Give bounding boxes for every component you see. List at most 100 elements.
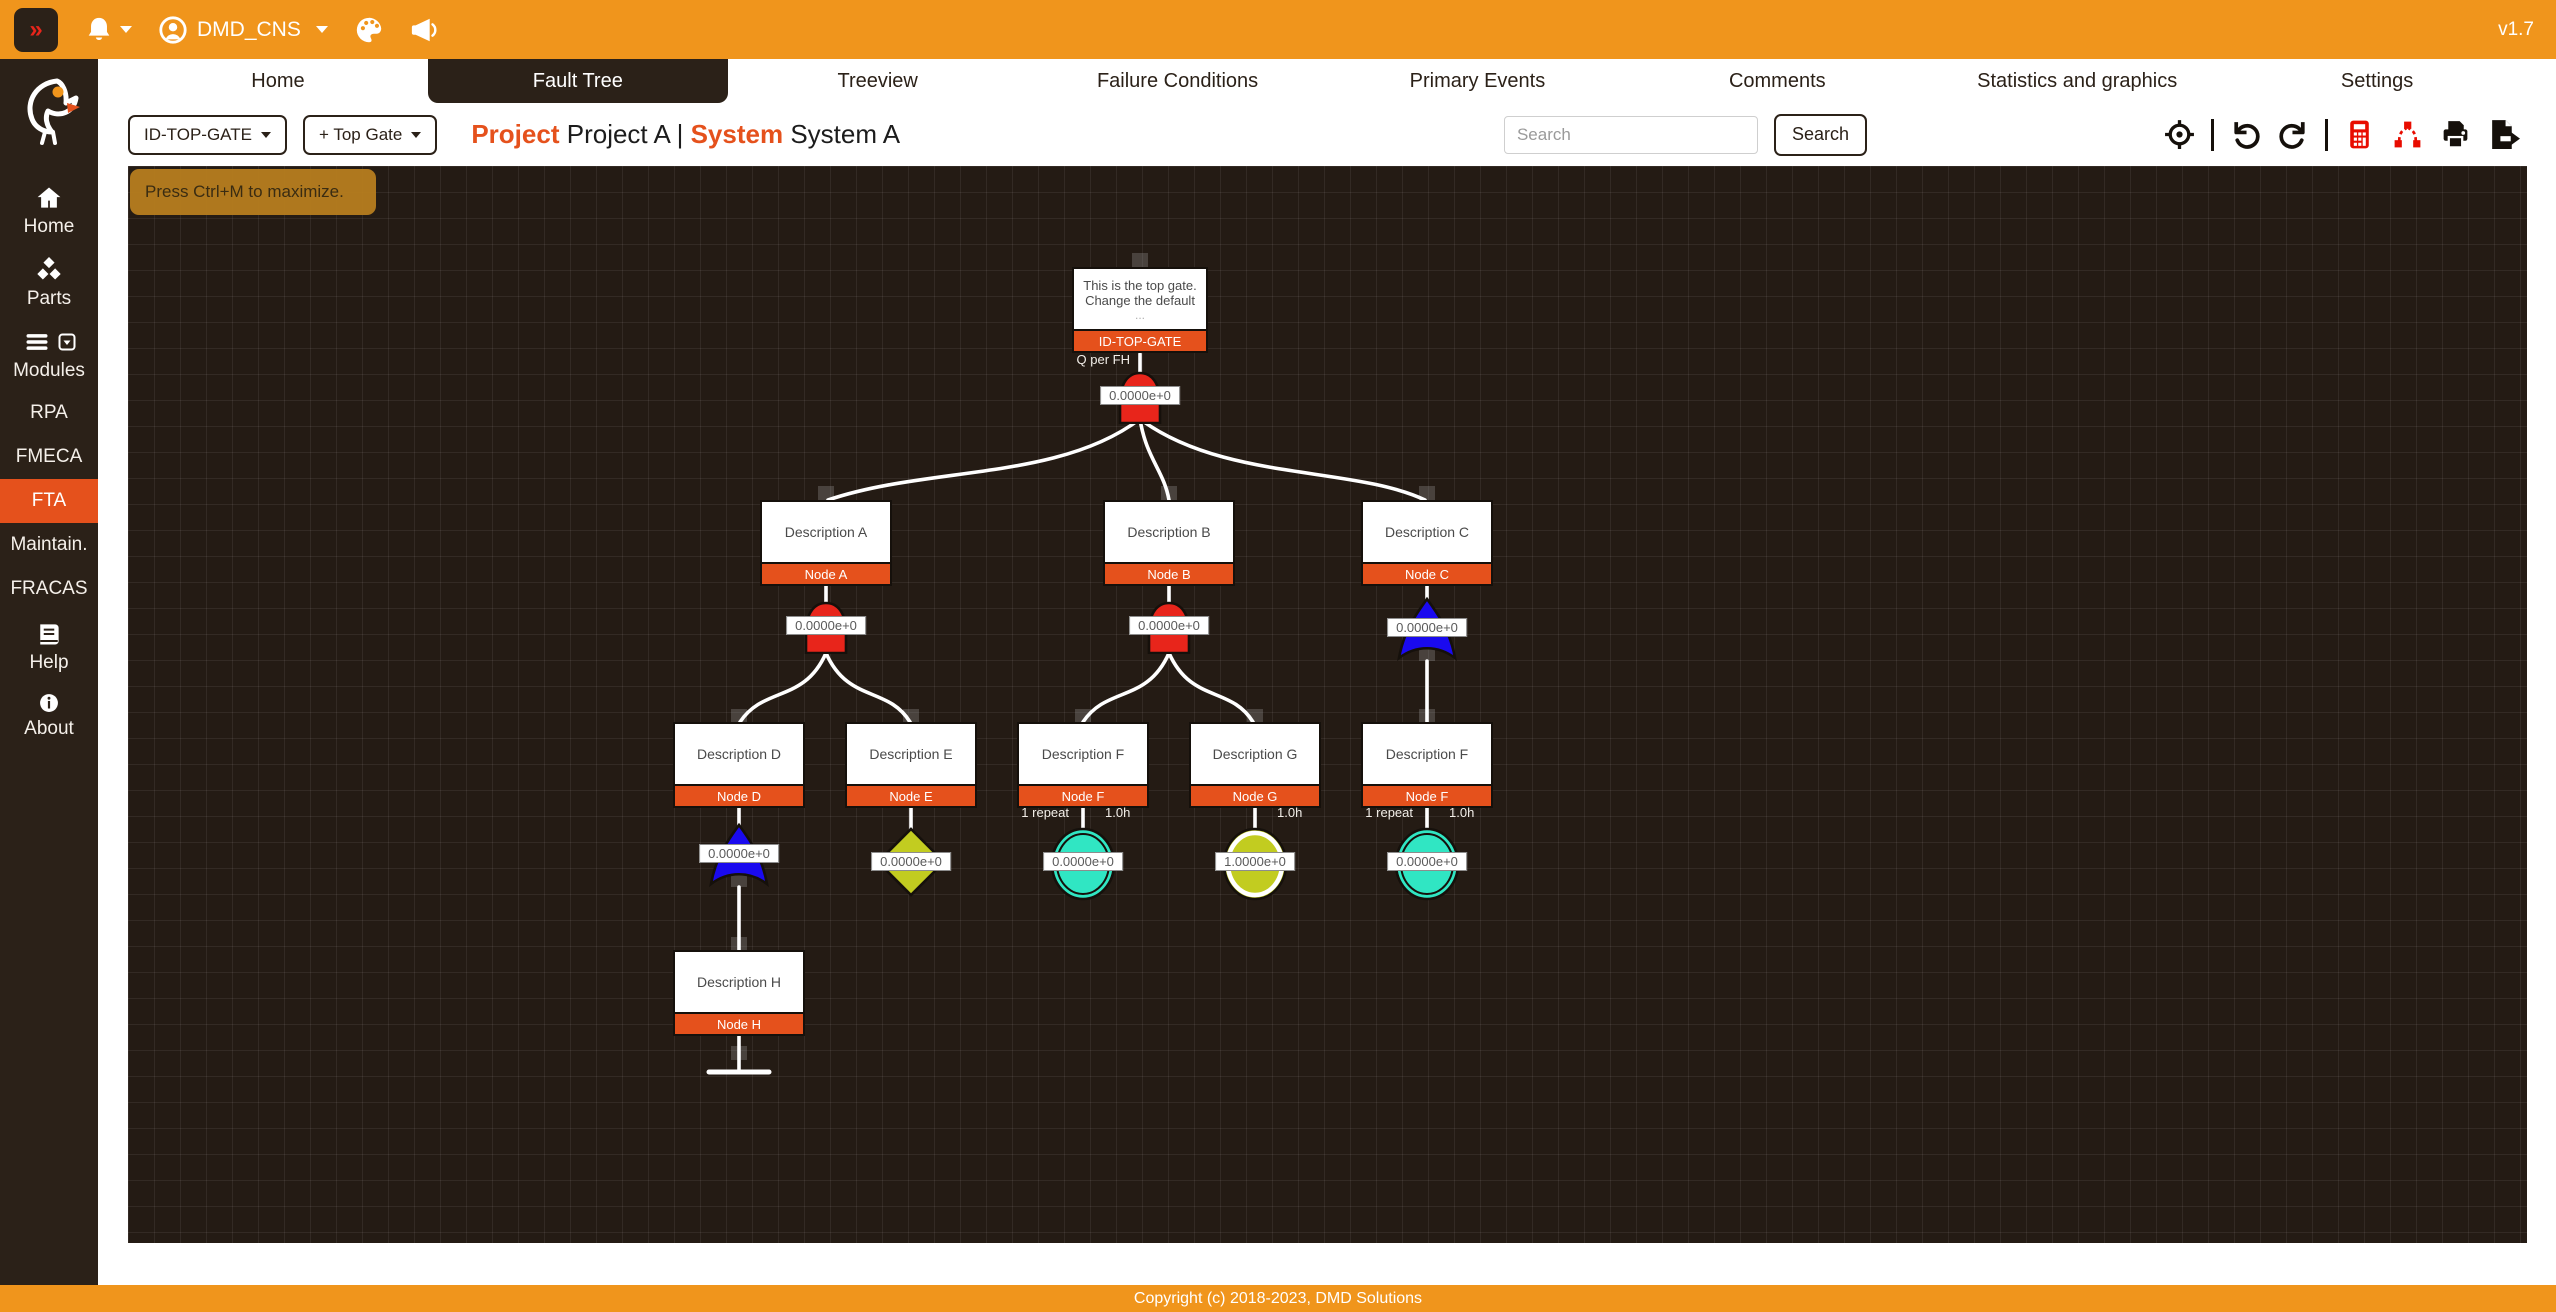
exposure-hours-label: 1.0h (1449, 805, 1474, 820)
node-description-text: Description C (1385, 524, 1469, 541)
tab-settings[interactable]: Settings (2227, 59, 2527, 103)
project-name: Project A (567, 119, 670, 149)
sidebar-item-fmeca[interactable]: FMECA (0, 435, 98, 479)
node-id-bar[interactable]: Node E (845, 786, 977, 808)
node-description-text: Description D (697, 746, 781, 763)
sidebar-item-modules[interactable]: Modules (0, 319, 98, 391)
node-id-bar[interactable]: Node H (673, 1014, 805, 1036)
node-description-text: Description E (869, 746, 952, 763)
sidebar-item-label: About (24, 718, 74, 740)
sidebar-item-help[interactable]: Help (0, 611, 98, 683)
username: DMD_CNS (197, 18, 301, 42)
node-description-box[interactable]: Description H (673, 950, 805, 1014)
tree-node-top-gate[interactable]: This is the top gate. Change the default… (1072, 267, 1208, 353)
probability-value-label: 1.0000e+0 (1215, 852, 1295, 871)
node-more-ellipsis: ... (1135, 311, 1145, 320)
sidebar: Home Parts Modules RPA FMECA (0, 59, 98, 1285)
probability-value-label: 0.0000e+0 (1129, 616, 1209, 635)
node-id-bar[interactable]: ID-TOP-GATE (1072, 331, 1208, 353)
toolbar-divider (2211, 119, 2214, 151)
chevron-down-icon (316, 26, 328, 33)
sidebar-item-fta[interactable]: FTA (0, 479, 98, 523)
tab-home[interactable]: Home (128, 59, 428, 103)
maximize-hint-tooltip: Press Ctrl+M to maximize. (130, 169, 376, 215)
probability-value-label: 0.0000e+0 (1043, 852, 1123, 871)
tab-fault-tree[interactable]: Fault Tree (428, 59, 728, 103)
toolbar-divider (2325, 119, 2328, 151)
chevron-down-icon (411, 132, 421, 138)
sidebar-item-label: Maintain. (10, 534, 87, 556)
theme-palette-icon[interactable] (354, 15, 384, 45)
user-menu[interactable]: DMD_CNS (158, 15, 328, 45)
top-gate-metric-label: Q per FH (1077, 352, 1130, 367)
node-id-bar[interactable]: Node D (673, 786, 805, 808)
sidebar-item-home[interactable]: Home (0, 175, 98, 247)
tree-node-b[interactable]: Description B Node B (1103, 500, 1235, 586)
node-description-box[interactable]: Description D (673, 722, 805, 786)
search-button[interactable]: Search (1774, 114, 1867, 156)
search-input[interactable] (1504, 116, 1758, 154)
fault-tree-canvas[interactable]: Press Ctrl+M to maximize. (128, 166, 2527, 1243)
calculate-icon[interactable] (2343, 118, 2376, 151)
gate-select-label: ID-TOP-GATE (144, 125, 252, 145)
sidebar-item-label: FMECA (16, 446, 83, 468)
sidebar-item-about[interactable]: About (0, 683, 98, 749)
sidebar-item-parts[interactable]: Parts (0, 247, 98, 319)
add-top-gate-dropdown[interactable]: + Top Gate (303, 115, 437, 155)
node-description-box[interactable]: Description C (1361, 500, 1493, 564)
node-description-text: Description F (1386, 746, 1468, 763)
sidebar-item-maintain[interactable]: Maintain. (0, 523, 98, 567)
fta-application: » DMD_CNS v1.7 (0, 0, 2556, 1312)
probability-value-label: 0.0000e+0 (786, 616, 866, 635)
probability-value-label: 0.0000e+0 (1387, 618, 1467, 637)
tab-comments[interactable]: Comments (1627, 59, 1927, 103)
node-description-box[interactable]: Description A (760, 500, 892, 564)
tree-node-f-repeat[interactable]: Description F Node F (1361, 722, 1493, 808)
undo-icon[interactable] (2229, 118, 2262, 151)
tree-connectors (128, 166, 2527, 1243)
node-description-box[interactable]: Description F (1361, 722, 1493, 786)
diagram-action-icons (2163, 118, 2520, 151)
tab-primary-events[interactable]: Primary Events (1328, 59, 1628, 103)
tree-node-g[interactable]: Description G Node G (1189, 722, 1321, 808)
tab-failure-conditions[interactable]: Failure Conditions (1028, 59, 1328, 103)
probability-value-label: 0.0000e+0 (871, 852, 951, 871)
announcements-megaphone-icon[interactable] (410, 15, 440, 45)
app-logo-bird-icon (17, 75, 81, 149)
node-description-box[interactable]: Description F (1017, 722, 1149, 786)
help-book-icon (35, 620, 63, 648)
tree-node-e[interactable]: Description E Node E (845, 722, 977, 808)
tree-node-d[interactable]: Description D Node D (673, 722, 805, 808)
add-top-gate-label: + Top Gate (319, 125, 402, 145)
gate-select-dropdown[interactable]: ID-TOP-GATE (128, 115, 287, 155)
minimal-cutsets-diagram-icon[interactable] (2391, 118, 2424, 151)
node-description-box[interactable]: This is the top gate. Change the default… (1072, 267, 1208, 331)
system-label: System (691, 119, 784, 149)
notifications-menu[interactable] (84, 15, 132, 45)
node-id-bar[interactable]: Node B (1103, 564, 1235, 586)
tree-node-f[interactable]: Description F Node F (1017, 722, 1149, 808)
module-tab-bar: Home Fault Tree Treeview Failure Conditi… (98, 59, 2556, 103)
redo-icon[interactable] (2277, 118, 2310, 151)
print-icon[interactable] (2439, 118, 2472, 151)
export-icon[interactable] (2487, 118, 2520, 151)
sidebar-item-label: RPA (30, 402, 68, 424)
node-id-bar[interactable]: Node C (1361, 564, 1493, 586)
tree-node-a[interactable]: Description A Node A (760, 500, 892, 586)
repeat-count-label: 1 repeat (1365, 805, 1413, 820)
tab-statistics-and-graphics[interactable]: Statistics and graphics (1927, 59, 2227, 103)
probability-value-label: 0.0000e+0 (1387, 852, 1467, 871)
tab-treeview[interactable]: Treeview (728, 59, 1028, 103)
node-description-box[interactable]: Description G (1189, 722, 1321, 786)
home-icon (35, 184, 63, 212)
sidebar-item-rpa[interactable]: RPA (0, 391, 98, 435)
tree-node-c[interactable]: Description C Node C (1361, 500, 1493, 586)
node-description-text: Description G (1213, 746, 1298, 763)
sidebar-item-fracas[interactable]: FRACAS (0, 567, 98, 611)
node-description-box[interactable]: Description E (845, 722, 977, 786)
node-description-box[interactable]: Description B (1103, 500, 1235, 564)
tree-node-h[interactable]: Description H Node H (673, 950, 805, 1036)
node-id-bar[interactable]: Node A (760, 564, 892, 586)
sidebar-collapse-button[interactable]: » (14, 8, 58, 52)
center-view-crosshair-icon[interactable] (2163, 118, 2196, 151)
